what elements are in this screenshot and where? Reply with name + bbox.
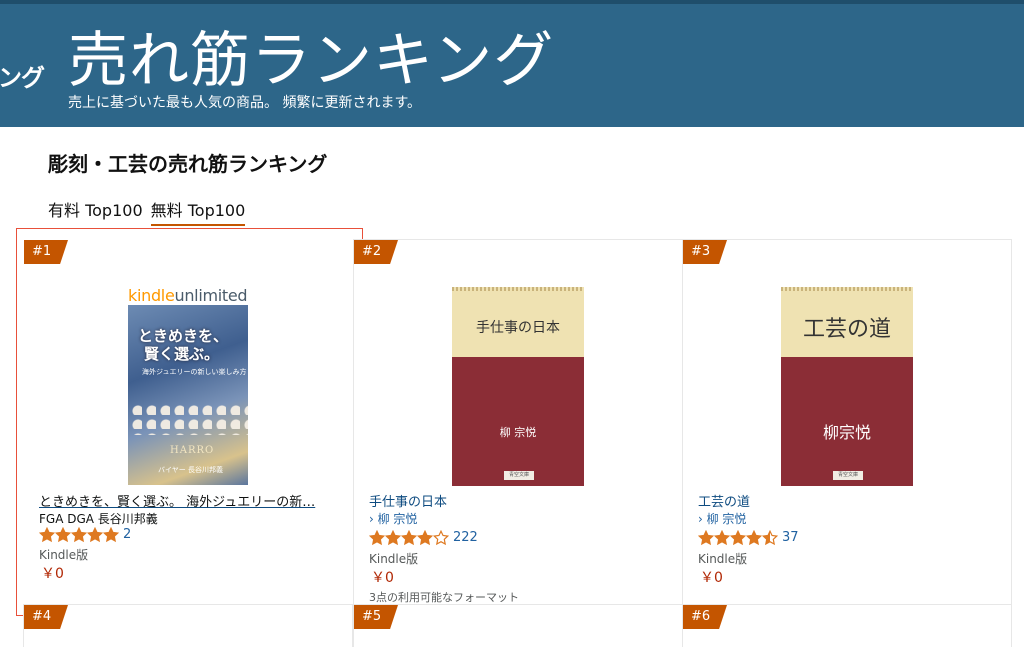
rank-badge: #6 — [683, 605, 727, 629]
product-author: FGA DGA 長谷川邦義 — [39, 512, 158, 526]
product-price: ￥0 — [41, 566, 64, 582]
rank-badge: #5 — [354, 605, 398, 629]
star-rating[interactable]: 222 — [368, 529, 478, 546]
book-cover-image[interactable]: 手仕事の日本 柳 宗悦 青空文庫 — [452, 287, 584, 486]
product-price: ￥0 — [700, 570, 723, 586]
product-price: ￥0 — [371, 570, 394, 586]
book-cover-image[interactable]: 工芸の道 柳宗悦 青空文庫 — [781, 287, 913, 486]
rank-card-5[interactable] — [353, 604, 683, 647]
product-format: Kindle版 — [39, 548, 89, 562]
rank-badge: #4 — [24, 605, 68, 629]
banner-subtitle: 売上に基づいた最も人気の商品。 頻繁に更新されます。 — [68, 95, 422, 111]
stars-icon — [38, 526, 120, 543]
banner-top-stripe — [0, 0, 1024, 4]
star-rating[interactable]: 37 — [697, 529, 799, 546]
rating-count[interactable]: 37 — [782, 530, 799, 545]
product-format: Kindle版 — [698, 552, 748, 566]
banner-title: 売れ筋ランキング — [68, 26, 555, 96]
rank-badge: #1 — [24, 240, 68, 264]
rank-card-4[interactable] — [23, 604, 353, 647]
rating-count[interactable]: 2 — [123, 527, 131, 542]
rank-card-6[interactable] — [682, 604, 1012, 647]
rank-badge: #2 — [354, 240, 398, 264]
stars-icon — [697, 529, 779, 546]
product-format: Kindle版 — [369, 552, 419, 566]
tab-paid-top100[interactable]: 有料 Top100 — [48, 197, 143, 224]
kindle-unlimited-logo: kindleunlimited — [128, 286, 248, 305]
top100-tabs: 有料 Top100 無料 Top100 — [48, 197, 246, 226]
header-banner: ング 売れ筋ランキング 売上に基づいた最も人気の商品。 頻繁に更新されます。 — [0, 0, 1024, 127]
product-title-link[interactable]: 手仕事の日本 — [369, 491, 669, 510]
banner-side-text: ング — [0, 64, 45, 92]
product-author-link[interactable]: › 柳 宗悦 — [698, 510, 746, 527]
category-title: 彫刻・工芸の売れ筋ランキング — [48, 152, 328, 176]
book-cover-image[interactable]: ときめきを、 賢く選ぶ。 海外ジュエリーの新しい楽しみ方 HARRO バイヤー 長… — [128, 305, 248, 485]
rank-badge: #3 — [683, 240, 727, 264]
star-rating[interactable]: 2 — [38, 526, 131, 543]
tab-free-top100[interactable]: 無料 Top100 — [150, 197, 246, 226]
available-formats-link[interactable]: 3点の利用可能なフォーマット — [369, 589, 519, 605]
rating-count[interactable]: 222 — [453, 530, 478, 545]
product-title-link[interactable]: 工芸の道 — [698, 491, 998, 510]
product-author-link[interactable]: › 柳 宗悦 — [369, 510, 417, 527]
stars-icon — [368, 529, 450, 546]
product-title-link[interactable]: ときめきを、賢く選ぶ。 海外ジュエリーの新… — [39, 491, 336, 510]
